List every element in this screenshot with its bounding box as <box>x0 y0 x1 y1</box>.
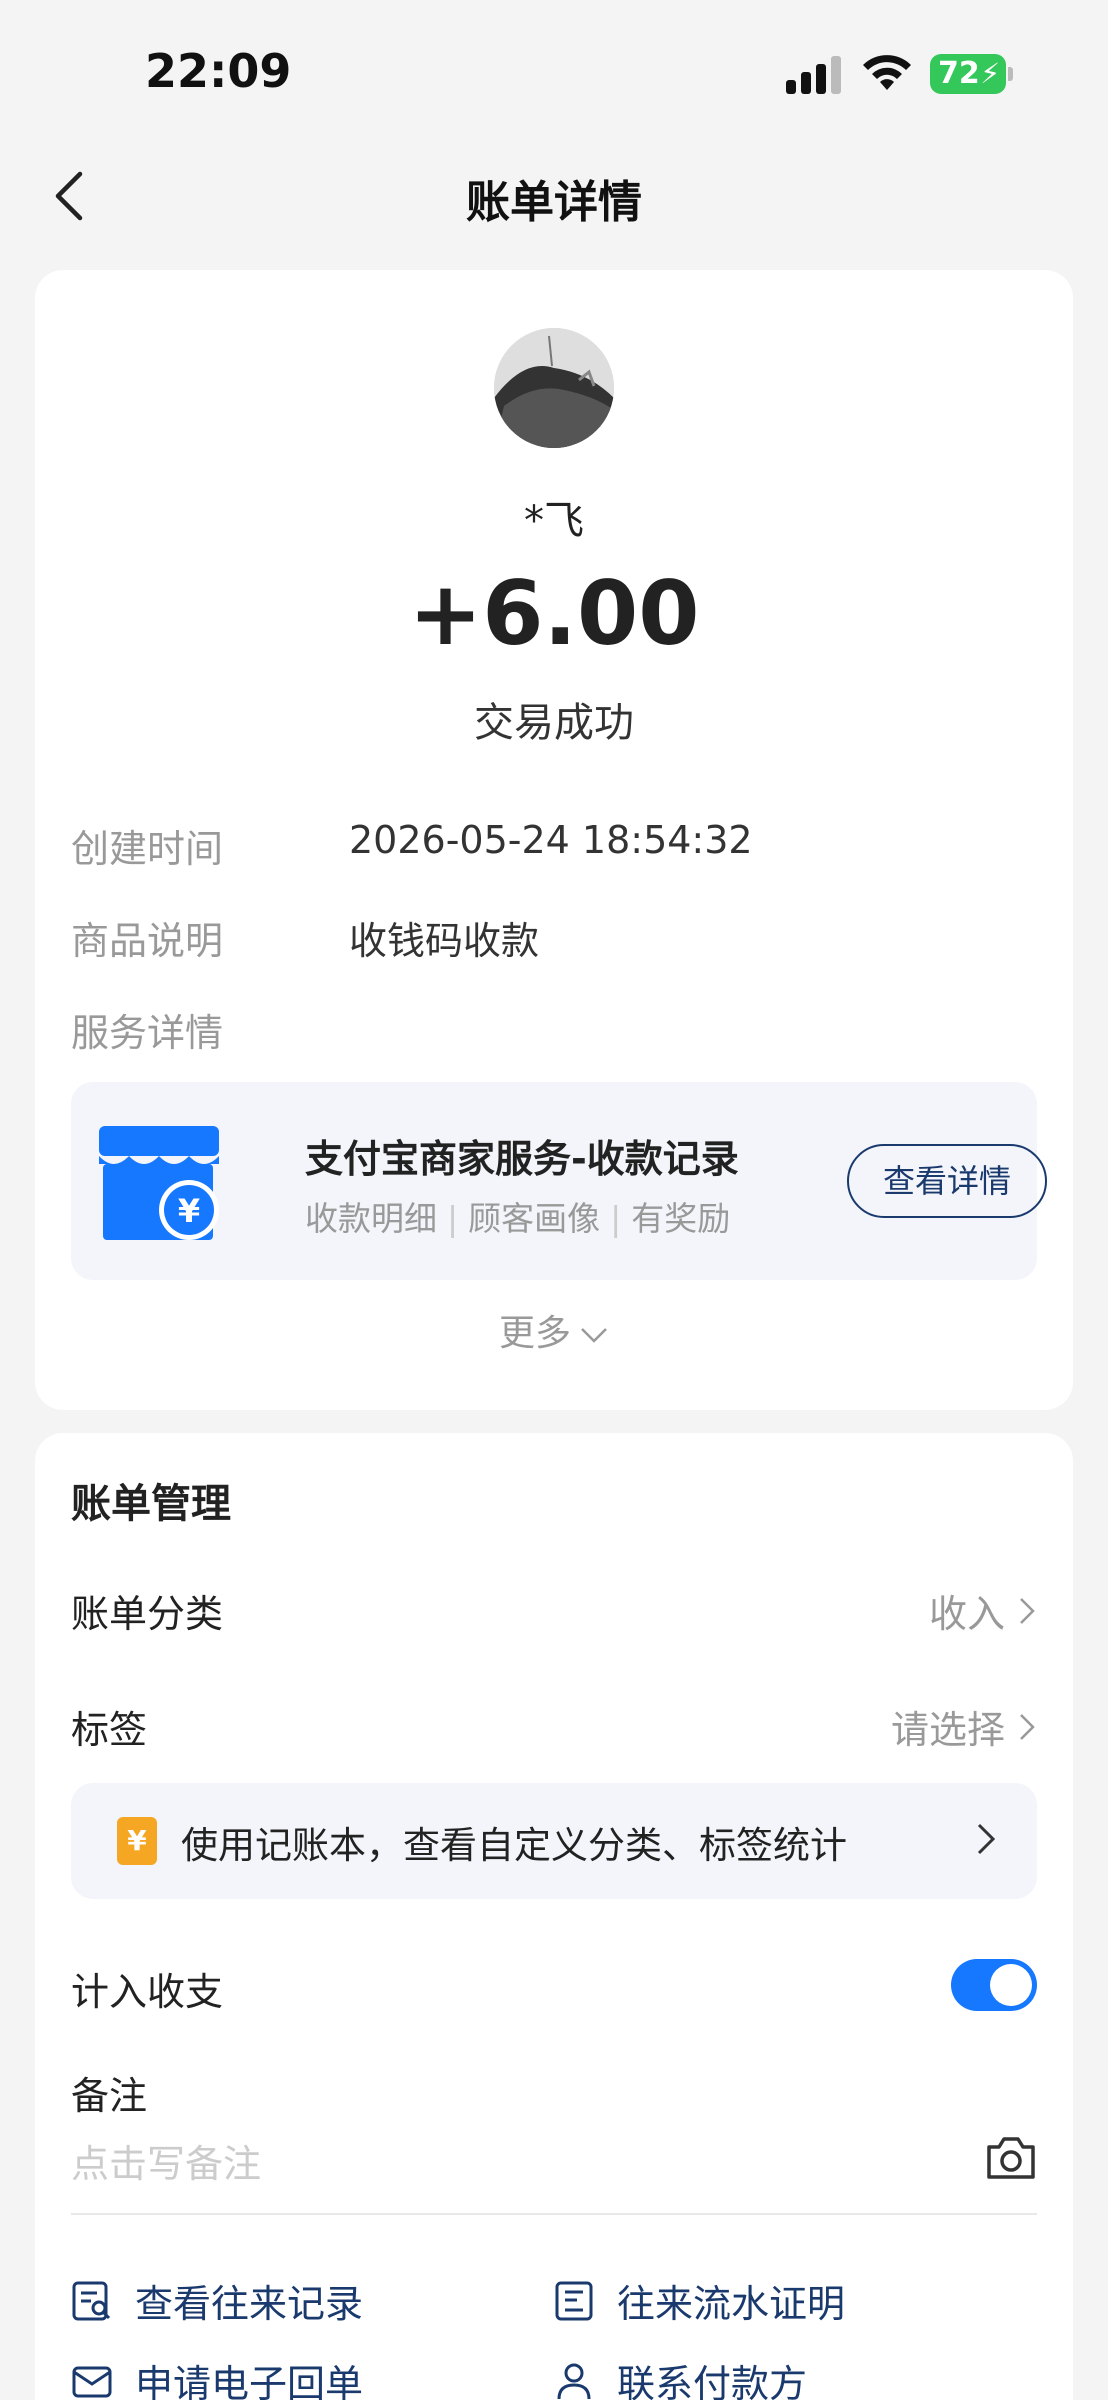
store-icon: ¥ <box>99 1126 219 1240</box>
tag-label: 标签 <box>71 1708 148 1752</box>
service-tag: 顾客画像 <box>468 1199 601 1238</box>
ledger-promo-banner[interactable]: ¥ 使用记账本，查看自定义分类、标签统计 <box>71 1783 1037 1899</box>
transaction-amount: +6.00 <box>408 562 700 665</box>
wifi-icon <box>863 55 911 90</box>
ledger-icon: ¥ <box>117 1817 157 1865</box>
mail-icon <box>72 2366 112 2397</box>
record-search-icon <box>72 2281 111 2320</box>
more-label: 更多 <box>498 1313 571 1354</box>
status-bar: 22:09 72 ⚡ <box>0 0 1108 150</box>
link-label: 查看往来记录 <box>135 2282 364 2326</box>
service-tag: 收款明细 <box>305 1199 437 1238</box>
chevron-right-icon <box>1020 1597 1035 1624</box>
payer-name: *飞 <box>524 498 584 544</box>
avatar <box>494 328 614 448</box>
divider <box>71 2213 1037 2215</box>
created-time-value: 2026-05-24 18:54:32 <box>349 818 753 862</box>
view-details-button[interactable]: 查看详情 <box>847 1144 1047 1218</box>
chevron-down-icon <box>581 1328 607 1343</box>
promo-text: 使用记账本，查看自定义分类、标签统计 <box>181 1824 847 1867</box>
transaction-status: 交易成功 <box>474 700 634 746</box>
person-icon <box>557 2363 591 2399</box>
battery-indicator: 72 ⚡ <box>930 54 1013 94</box>
yuan-symbol: ¥ <box>178 1192 200 1230</box>
toggle-knob <box>990 1964 1032 2006</box>
memo-label: 备注 <box>71 2074 148 2118</box>
transaction-card: *飞 +6.00 交易成功 创建时间 2026-05-24 18:54:32 商… <box>35 270 1073 1410</box>
camera-icon[interactable] <box>985 2133 1037 2181</box>
chevron-right-icon <box>1020 1713 1035 1740</box>
status-time: 22:09 <box>145 44 292 98</box>
page-title: 账单详情 <box>466 177 642 228</box>
include-stats-label: 计入收支 <box>71 1970 224 2014</box>
product-desc-label: 商品说明 <box>71 919 224 963</box>
link-label: 申请电子回单 <box>135 2362 364 2400</box>
merchant-service-card[interactable]: ¥ 支付宝商家服务-收款记录 收款明细 | 顾客画像 | 有奖励 查看详情 <box>71 1082 1047 1280</box>
section-title: 账单管理 <box>71 1481 231 1527</box>
memo-input[interactable]: 点击写备注 <box>71 2133 261 2188</box>
cellular-signal-icon <box>786 56 841 94</box>
category-label: 账单分类 <box>71 1592 224 1636</box>
product-desc-value: 收钱码收款 <box>349 919 540 963</box>
battery-tip <box>1008 67 1013 81</box>
view-history-link[interactable]: 查看往来记录 <box>71 2273 363 2328</box>
created-time-label: 创建时间 <box>71 827 224 871</box>
tag-value: 请选择 <box>890 1708 1005 1752</box>
contact-payer-link[interactable]: 联系付款方 <box>553 2353 807 2400</box>
tag-divider: | <box>610 1199 622 1238</box>
include-stats-toggle[interactable] <box>951 1959 1037 2011</box>
category-value: 收入 <box>928 1592 1005 1636</box>
tag-selector[interactable]: 请选择 <box>891 1699 1037 1754</box>
service-title: 支付宝商家服务-收款记录 <box>305 1137 739 1181</box>
tag-divider: | <box>447 1199 459 1238</box>
nav-bar: 账单详情 <box>0 150 1108 240</box>
charging-icon: ⚡ <box>980 57 1000 90</box>
link-label: 联系付款方 <box>617 2362 808 2400</box>
battery-level: 72 <box>938 56 980 91</box>
service-tag: 有奖励 <box>631 1199 731 1238</box>
chevron-right-icon <box>977 1823 996 1855</box>
category-selector[interactable]: 收入 <box>929 1583 1037 1638</box>
e-receipt-link[interactable]: 申请电子回单 <box>71 2353 363 2400</box>
service-detail-label: 服务详情 <box>71 1011 224 1055</box>
transaction-proof-link[interactable]: 往来流水证明 <box>553 2273 845 2328</box>
link-label: 往来流水证明 <box>617 2282 846 2326</box>
service-tags: 收款明细 | 顾客画像 | 有奖励 <box>305 1192 730 1240</box>
document-icon <box>555 2281 593 2320</box>
more-button[interactable]: 更多 <box>35 1304 1073 1356</box>
bill-management-card: 账单管理 账单分类 收入 标签 请选择 ¥ 使用记账本，查看自定义分类、标签统计… <box>35 1433 1073 2400</box>
